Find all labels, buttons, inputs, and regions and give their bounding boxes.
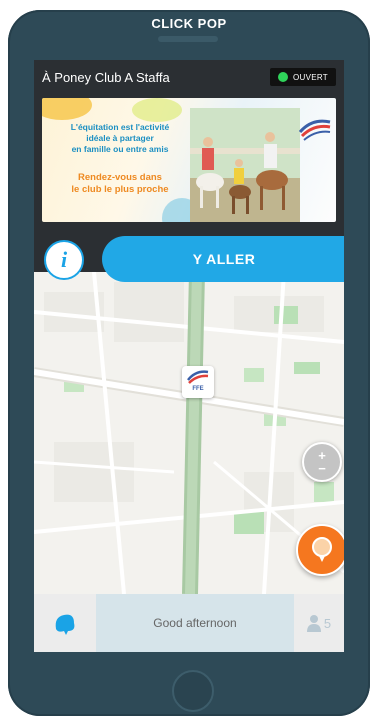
- decor-shape: [42, 98, 92, 120]
- bottom-bar: Good afternoon 5: [34, 594, 344, 652]
- status-badge: OUVERT: [270, 68, 336, 86]
- banner-headline-line: en famille ou entre amis: [71, 144, 169, 154]
- marker-label: FFE: [192, 386, 204, 392]
- club-name: À Poney Club A Staffa: [42, 69, 170, 85]
- go-button[interactable]: Y ALLER: [102, 236, 344, 282]
- info-button[interactable]: i: [44, 240, 84, 280]
- ffe-logo: [294, 114, 336, 154]
- action-row: i Y ALLER: [34, 236, 344, 286]
- banner-headline: L'équitation est l'activité idéale à par…: [50, 122, 190, 155]
- mascot-icon: [55, 614, 75, 635]
- banner-headline-line: L'équitation est l'activité: [70, 122, 170, 132]
- home-button[interactable]: [172, 670, 214, 712]
- location-pin-icon[interactable]: [296, 524, 344, 576]
- person-icon: [306, 615, 321, 632]
- phone-frame: CLICK POP À Poney Club A Staffa OUVERT L…: [8, 10, 370, 716]
- map-view[interactable]: FFE + −: [34, 272, 344, 594]
- riders-image: [190, 108, 300, 222]
- app-title: CLICK POP: [151, 16, 227, 31]
- club-header: À Poney Club A Staffa OUVERT: [34, 60, 344, 94]
- mascot-button[interactable]: [34, 594, 96, 652]
- banner-cta-line: le club le plus proche: [71, 184, 169, 195]
- status-label: OUVERT: [293, 72, 328, 82]
- zoom-out-button[interactable]: −: [318, 462, 326, 475]
- decor-shape: [132, 98, 182, 122]
- friends-count: 5: [323, 615, 332, 631]
- green-dot-icon: [278, 72, 288, 82]
- banner-cta: Rendez-vous dans le club le plus proche: [50, 172, 190, 196]
- zoom-control-icon[interactable]: + −: [302, 442, 342, 482]
- banner-cta-line: Rendez-vous dans: [78, 172, 162, 183]
- promo-banner[interactable]: L'équitation est l'activité idéale à par…: [42, 98, 336, 222]
- friends-button[interactable]: 5: [294, 594, 344, 652]
- ffe-marker-icon[interactable]: FFE: [182, 366, 214, 398]
- app-screen: À Poney Club A Staffa OUVERT L'équitatio…: [34, 60, 344, 652]
- banner-headline-line: idéale à partager: [86, 133, 154, 143]
- greeting-text: Good afternoon: [96, 594, 294, 652]
- speaker-grille: [158, 36, 218, 42]
